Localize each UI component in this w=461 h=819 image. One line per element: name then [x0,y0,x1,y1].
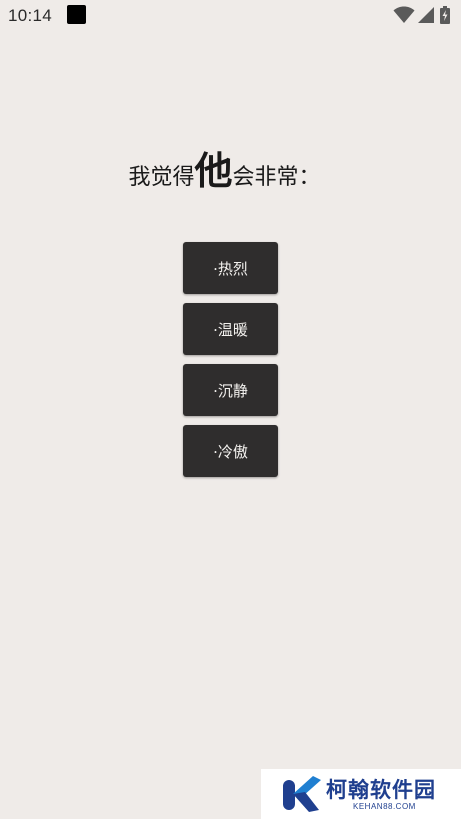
status-icons [393,6,453,24]
battery-charging-icon [440,6,450,24]
watermark-title: 柯翰软件园 [326,778,436,802]
watermark: 柯翰软件园 KEHAN88.COM [261,769,461,819]
signal-icon [418,7,434,23]
question-emphasis: 他 [194,148,233,193]
question-text: 我觉得他会非常： [0,140,449,195]
status-time: 10:14 [8,6,53,25]
option-button-warm[interactable]: ·温暖 [183,303,278,355]
question-prefix: 我觉得 [128,165,195,190]
option-button-calm[interactable]: ·沉静 [183,364,278,416]
option-button-passionate[interactable]: ·热烈 [183,242,278,294]
option-list: ·热烈 ·温暖 ·沉静 ·冷傲 [183,242,278,486]
kehan-logo-icon [283,776,321,812]
option-button-aloof[interactable]: ·冷傲 [183,425,278,477]
status-bar: 10:14 [0,0,461,32]
watermark-subtitle: KEHAN88.COM [353,802,416,811]
question-suffix: 会非常： [232,165,321,190]
app-notification-icon [67,5,86,24]
wifi-icon [393,6,415,23]
